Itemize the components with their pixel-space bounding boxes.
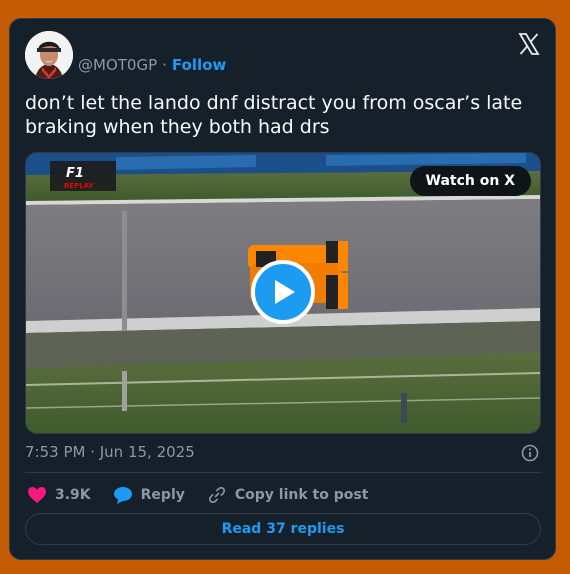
info-icon[interactable] bbox=[520, 443, 540, 463]
heart-icon bbox=[28, 487, 46, 503]
action-bar: 3.9K Reply Copy link to post bbox=[27, 485, 390, 505]
embedded-post-card: @MOT0GP · Follow don’t let the lando dnf… bbox=[9, 18, 556, 560]
author-handle[interactable]: @MOT0GP bbox=[78, 56, 157, 74]
separator-dot: · bbox=[162, 56, 167, 74]
x-logo-icon[interactable] bbox=[517, 32, 541, 56]
play-icon bbox=[275, 280, 295, 304]
read-replies-button[interactable]: Read 37 replies bbox=[25, 513, 541, 545]
like-button[interactable]: 3.9K bbox=[27, 486, 91, 504]
avatar[interactable] bbox=[25, 31, 73, 79]
copy-link-label: Copy link to post bbox=[234, 487, 369, 503]
like-count: 3.9K bbox=[55, 487, 91, 503]
svg-text:REPLAY: REPLAY bbox=[64, 182, 95, 190]
divider bbox=[25, 472, 541, 473]
f1-broadcast-logo: F1 REPLAY bbox=[50, 161, 116, 191]
svg-text:F1: F1 bbox=[66, 166, 84, 181]
author-row: @MOT0GP · Follow bbox=[78, 56, 226, 74]
reply-label: Reply bbox=[140, 487, 185, 503]
copy-link-button[interactable]: Copy link to post bbox=[207, 485, 369, 505]
link-icon bbox=[208, 487, 225, 503]
reply-button[interactable]: Reply bbox=[113, 486, 185, 504]
video-player[interactable]: F1 REPLAY Watch on X bbox=[25, 152, 541, 434]
follow-link[interactable]: Follow bbox=[172, 56, 226, 74]
post-timestamp[interactable]: 7:53 PM · Jun 15, 2025 bbox=[25, 443, 195, 461]
reply-bubble-icon bbox=[113, 487, 132, 504]
watch-on-x-button[interactable]: Watch on X bbox=[409, 166, 531, 196]
post-text: don’t let the lando dnf distract you fro… bbox=[25, 92, 523, 138]
play-button[interactable] bbox=[251, 260, 315, 324]
